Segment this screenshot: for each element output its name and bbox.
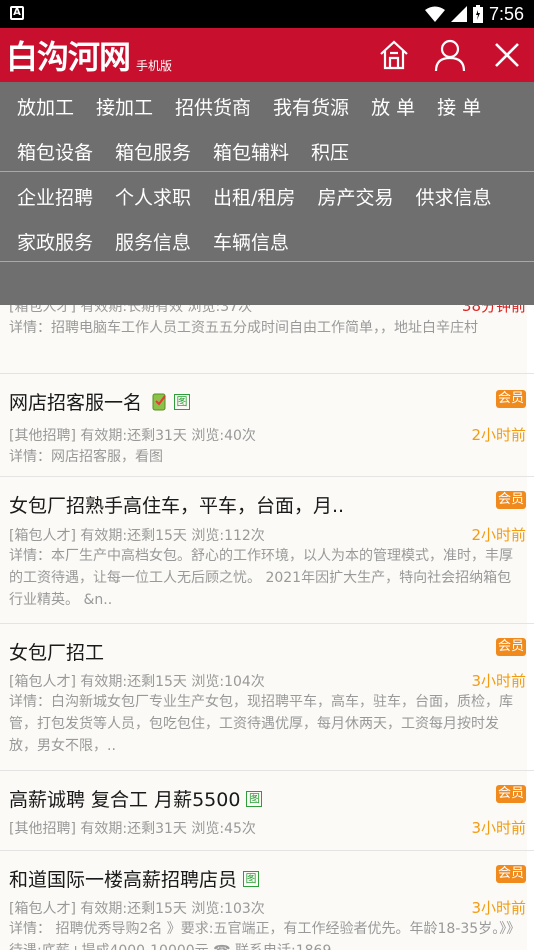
menu-item-fangdan[interactable]: 放 单 — [354, 93, 420, 120]
menu-row-4: 家政服务 服务信息 车辆信息 — [0, 219, 534, 264]
menu-item-jiedan[interactable]: 接 单 — [420, 93, 486, 120]
category-menu: 放加工 接加工 招供货商 我有货源 放 单 接 单 箱包设备 箱包服务 箱包辅料… — [0, 82, 534, 305]
picture-icon: 图 — [246, 790, 263, 807]
logo-subtitle: 手机版 — [136, 59, 173, 73]
listing-title-text: 高薪诚聘 复合工 月薪5500 — [9, 789, 241, 811]
listing-time: 3小时前 — [471, 899, 526, 917]
listing-title[interactable]: 网店招客服一名 图 — [9, 388, 191, 415]
menu-item-xiangbaofuwu[interactable]: 箱包服务 — [98, 138, 196, 165]
listing-detail: 详情：网店招客服，看图 — [9, 449, 163, 465]
listing-title-text: 女包厂招熟手高住车，平车，台面，月.. — [9, 495, 345, 517]
phone-verified-icon — [152, 393, 166, 410]
menu-item-qiyezhaopin[interactable]: 企业招聘 — [0, 183, 98, 210]
listing-time: 2小时前 — [471, 526, 526, 544]
listing-list: [箱包人才] 有效期:长期有效 浏览:37次 38分钟前 详情：招聘电脑车工作人… — [0, 282, 534, 950]
menu-item-fangjiagong[interactable]: 放加工 — [0, 93, 79, 120]
listing-detail: 详情： 招聘优秀导购2名 》要求:五官端正，有工作经验者优先。年龄18-35岁。… — [9, 921, 514, 950]
listing-meta: [其他招聘] 有效期:还剩31天 浏览:45次 — [9, 821, 256, 837]
listing-title[interactable]: 和道国际一楼高薪招聘店员 图 — [9, 865, 260, 892]
list-item[interactable]: 高薪诚聘 复合工 月薪5500 图 会员 [其他招聘] 有效期:还剩31天 浏览… — [0, 771, 534, 851]
menu-item-cheliangxinxi[interactable]: 车辆信息 — [196, 228, 294, 255]
wifi-icon — [424, 6, 445, 22]
home-icon[interactable] — [375, 36, 413, 74]
member-badge: 会员 — [495, 390, 526, 408]
menu-item-xiangbaoshebei[interactable]: 箱包设备 — [0, 138, 98, 165]
app-header: 白沟河网 手机版 — [0, 28, 534, 82]
battery-icon — [472, 5, 483, 23]
menu-item-chuzu[interactable]: 出租/租房 — [196, 183, 300, 210]
menu-item-jiazhengfuwu[interactable]: 家政服务 — [0, 228, 98, 255]
clock: 7:56 — [488, 3, 524, 24]
member-badge: 会员 — [495, 638, 526, 656]
notification-icon: A — [10, 6, 24, 20]
menu-item-gongqiuxinxi[interactable]: 供求信息 — [398, 183, 496, 210]
status-bar: A 7:56 — [0, 0, 534, 28]
list-item[interactable]: 女包厂招工 会员 [箱包人才] 有效期:还剩15天 浏览:104次 3小时前 详… — [0, 624, 534, 771]
listing-time: 3小时前 — [471, 819, 526, 837]
menu-row-2: 箱包设备 箱包服务 箱包辅料 积压 — [0, 129, 534, 174]
picture-icon: 图 — [243, 870, 260, 887]
listing-title[interactable]: 高薪诚聘 复合工 月薪5500 图 — [9, 785, 263, 812]
menu-item-woyouhuoyuan[interactable]: 我有货源 — [256, 93, 354, 120]
listing-title[interactable]: 女包厂招熟手高住车，平车，台面，月.. — [9, 491, 344, 518]
listing-time: 2小时前 — [471, 426, 526, 444]
list-item[interactable]: 网店招客服一名 图 会员 [其他招聘] 有效期:还剩31天 浏览:40次 2小时… — [0, 374, 534, 477]
list-item[interactable]: 女包厂招熟手高住车，平车，台面，月.. 会员 [箱包人才] 有效期:还剩15天 … — [0, 477, 534, 624]
menu-item-jiejiagong[interactable]: 接加工 — [79, 93, 158, 120]
menu-item-fuwuxinxi[interactable]: 服务信息 — [98, 228, 196, 255]
listing-meta: [箱包人才] 有效期:还剩15天 浏览:103次 — [9, 901, 265, 917]
listing-time: 3小时前 — [471, 672, 526, 690]
site-logo[interactable]: 白沟河网 手机版 — [6, 36, 172, 76]
signal-icon — [450, 6, 467, 22]
menu-divider — [0, 171, 534, 172]
menu-item-fangchanjiaoyi[interactable]: 房产交易 — [300, 183, 398, 210]
member-badge: 会员 — [495, 785, 526, 803]
listing-meta: [其他招聘] 有效期:还剩31天 浏览:40次 — [9, 428, 256, 444]
status-icons: 7:56 — [424, 3, 524, 25]
menu-divider — [0, 261, 534, 262]
listing-title-text: 女包厂招工 — [9, 642, 105, 664]
menu-item-jiya[interactable]: 积压 — [294, 138, 354, 165]
menu-row-3: 企业招聘 个人求职 出租/租房 房产交易 供求信息 — [0, 174, 534, 219]
listing-meta: [箱包人才] 有效期:还剩15天 浏览:112次 — [9, 528, 265, 544]
listing-detail: 详情：招聘电脑车工作人员工资五五分成时间自由工作简单，，地址白辛庄村 — [9, 320, 478, 336]
logo-text: 白沟河网 — [6, 38, 131, 76]
listing-title-text: 网店招客服一名 — [9, 392, 143, 414]
listing-title[interactable]: 女包厂招工 — [9, 638, 104, 665]
menu-item-gerenqiuzhi[interactable]: 个人求职 — [98, 183, 196, 210]
menu-item-xiangbaofuliao[interactable]: 箱包辅料 — [196, 138, 294, 165]
user-icon[interactable] — [431, 36, 469, 74]
picture-icon: 图 — [174, 393, 191, 410]
menu-item-zhaogonghuoshang[interactable]: 招供货商 — [158, 93, 256, 120]
list-item[interactable]: 和道国际一楼高薪招聘店员 图 会员 [箱包人才] 有效期:还剩15天 浏览:10… — [0, 851, 534, 950]
menu-row-1: 放加工 接加工 招供货商 我有货源 放 单 接 单 — [0, 84, 534, 129]
close-icon[interactable] — [488, 36, 526, 74]
member-badge: 会员 — [495, 865, 526, 883]
listing-detail: 详情：本厂生产中高档女包。舒心的工作环境，以人为本的管理模式，准时，丰厚的工资待… — [9, 548, 513, 608]
listing-detail: 详情：白沟新城女包厂专业生产女包，现招聘平车，高车，驻车，台面，质检，库管，打包… — [9, 694, 513, 754]
listing-meta: [箱包人才] 有效期:还剩15天 浏览:104次 — [9, 674, 265, 690]
listing-title-text: 和道国际一楼高薪招聘店员 — [9, 869, 238, 891]
member-badge: 会员 — [495, 491, 526, 509]
